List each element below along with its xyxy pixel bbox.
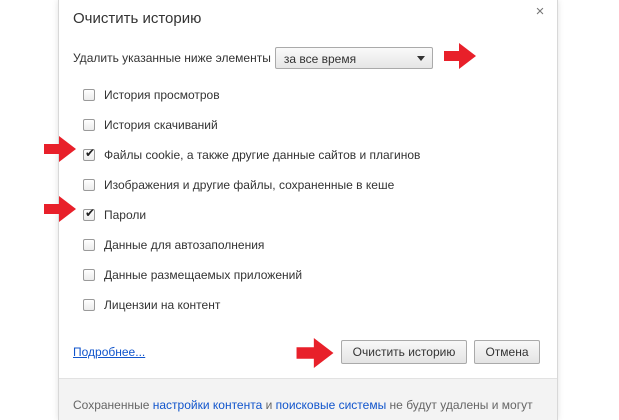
footer-text: не будут удалены и могут <box>386 398 533 412</box>
footer-text: Сохраненные <box>73 398 153 412</box>
option-label: История просмотров <box>104 88 220 102</box>
checkbox-browsing-history[interactable] <box>83 89 95 101</box>
time-range-row: Удалить указанные ниже элементы за все в… <box>73 46 433 70</box>
dialog-footer: Сохраненные настройки контента и поисков… <box>59 378 557 420</box>
arrow-right-icon <box>294 338 334 368</box>
cancel-button[interactable]: Отмена <box>474 340 540 364</box>
checkbox-passwords[interactable]: ✔ <box>83 206 96 221</box>
option-content-licenses[interactable]: Лицензии на контент <box>83 290 420 320</box>
option-label: История скачиваний <box>104 118 218 132</box>
checkmark-icon: ✔ <box>85 206 96 220</box>
search-engines-link[interactable]: поисковые системы <box>276 398 387 412</box>
option-cookies[interactable]: ✔ Файлы cookie, а также другие данные са… <box>83 140 420 170</box>
option-autofill[interactable]: Данные для автозаполнения <box>83 230 420 260</box>
option-label: Пароли <box>104 208 147 222</box>
time-range-value: за все время <box>283 52 357 66</box>
checkbox-download-history[interactable] <box>83 119 95 131</box>
option-browsing-history[interactable]: История просмотров <box>83 80 420 110</box>
option-label: Данные для автозаполнения <box>104 238 265 252</box>
option-cache[interactable]: Изображения и другие файлы, сохраненные … <box>83 170 420 200</box>
arrow-right-icon <box>44 136 76 162</box>
option-label: Лицензии на контент <box>104 298 221 312</box>
footer-text: и <box>262 398 276 412</box>
arrow-right-icon <box>44 196 76 222</box>
checkbox-cache[interactable] <box>83 179 95 191</box>
option-label: Изображения и другие файлы, сохраненные … <box>104 178 395 192</box>
time-range-select[interactable]: за все время <box>274 47 433 69</box>
clear-history-button[interactable]: Очистить историю <box>341 340 467 364</box>
learn-more-link[interactable]: Подробнее... <box>73 345 145 359</box>
option-label: Данные размещаемых приложений <box>104 268 303 282</box>
content-settings-link[interactable]: настройки контента <box>153 398 263 412</box>
chevron-down-icon <box>416 56 425 61</box>
checkbox-autofill[interactable] <box>83 239 95 251</box>
close-icon[interactable]: × <box>532 4 548 20</box>
checkbox-hosted-apps[interactable] <box>83 269 95 281</box>
option-label: Файлы cookie, а также другие данные сайт… <box>104 148 421 162</box>
time-range-label: Удалить указанные ниже элементы <box>73 51 271 65</box>
arrow-right-icon <box>444 43 476 69</box>
option-passwords[interactable]: ✔ Пароли <box>83 200 420 230</box>
checkbox-cookies[interactable]: ✔ <box>83 146 96 161</box>
option-hosted-apps[interactable]: Данные размещаемых приложений <box>83 260 420 290</box>
checkbox-content-licenses[interactable] <box>83 299 95 311</box>
checkmark-icon: ✔ <box>85 146 96 160</box>
dialog-title: Очистить историю <box>73 10 202 27</box>
option-download-history[interactable]: История скачиваний <box>83 110 420 140</box>
data-type-options: История просмотров История скачиваний ✔ … <box>83 80 420 320</box>
screen: Очистить историю × Удалить указанные ниж… <box>0 0 619 420</box>
